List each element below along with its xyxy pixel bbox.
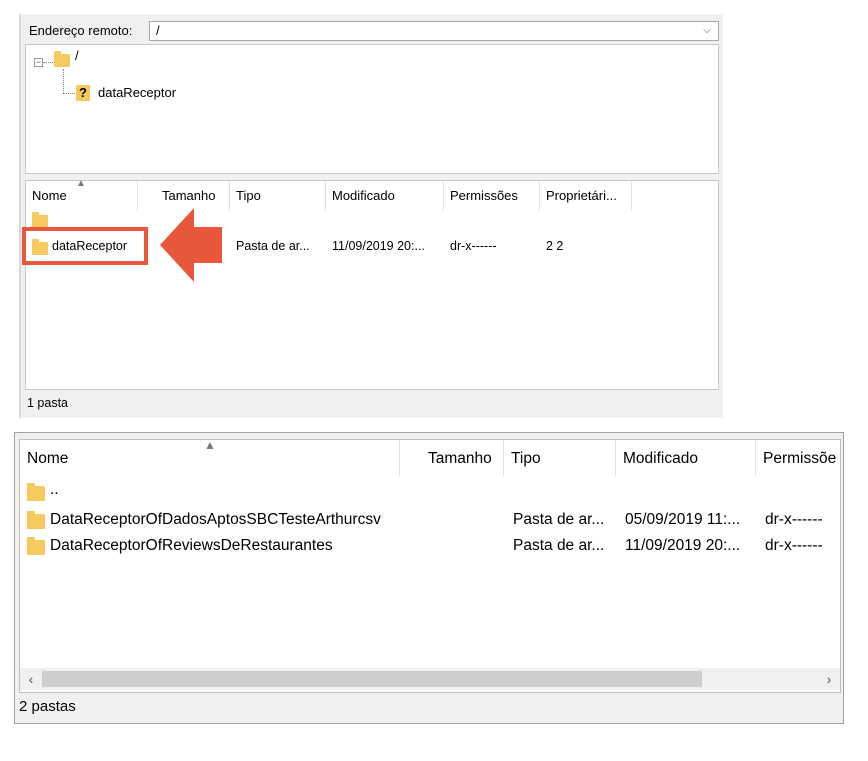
remote-address-label: Endereço remoto:: [29, 23, 133, 38]
remote-panel-top: Endereço remoto: / ⌵ − / ? dataReceptor …: [19, 14, 723, 418]
column-header-tipo[interactable]: Tipo: [504, 440, 616, 476]
table-row-parent[interactable]: ..: [20, 480, 840, 504]
chevron-left-icon[interactable]: ‹: [24, 669, 38, 689]
chevron-right-icon[interactable]: ›: [822, 669, 836, 689]
tree-connector: [43, 62, 53, 63]
column-header-permissoes[interactable]: Permissões: [444, 181, 540, 211]
tree-item-root[interactable]: /: [75, 48, 79, 63]
remote-file-list: ▲ Nome Tamanho Tipo Modificado Permissõe…: [25, 178, 719, 390]
remote-address-value: /: [156, 23, 160, 38]
row-modified: 05/09/2019 11:...: [625, 511, 741, 528]
tree-collapse-icon[interactable]: −: [34, 58, 43, 67]
unknown-folder-icon: ?: [76, 85, 90, 101]
row-modified: 11/09/2019 20:...: [332, 239, 425, 253]
highlight-box: [22, 227, 148, 265]
row-modified: 11/09/2019 20:...: [625, 537, 741, 554]
tree-connector: [63, 69, 64, 93]
row-name: DataReceptorOfDadosAptosSBCTesteArthurcs…: [50, 511, 381, 528]
remote-address-bar: Endereço remoto: / ⌵: [25, 19, 719, 43]
row-owner: 2 2: [546, 239, 564, 253]
column-header-tipo[interactable]: Tipo: [230, 181, 326, 211]
column-header-tamanho[interactable]: Tamanho: [400, 440, 504, 476]
sort-ascending-icon: ▲: [204, 439, 216, 452]
remote-address-input[interactable]: / ⌵: [149, 21, 719, 41]
arrow-left-icon: [160, 208, 222, 282]
folder-icon: [27, 537, 45, 555]
table-row[interactable]: DataReceptorOfReviewsDeRestaurantes Past…: [20, 534, 840, 560]
column-header-nome[interactable]: ▲ Nome: [26, 178, 138, 211]
column-header-modificado[interactable]: Modificado: [326, 181, 444, 211]
sort-ascending-icon: ▲: [76, 178, 86, 189]
column-header-permissoes[interactable]: Permissõe: [756, 440, 840, 476]
column-header-proprietario[interactable]: Proprietári...: [540, 181, 632, 211]
remote-file-list-expanded: ▲ Nome Tamanho Tipo Modificado Permissõe…: [19, 439, 841, 693]
row-permissions: dr-x------: [450, 239, 497, 253]
row-name: ..: [50, 481, 59, 498]
status-bar: 2 pastas: [19, 698, 76, 715]
column-header-tamanho[interactable]: Tamanho: [138, 181, 230, 211]
table-row[interactable]: DataReceptorOfDadosAptosSBCTesteArthurcs…: [20, 508, 840, 534]
status-bar: 1 pasta: [27, 396, 69, 410]
column-header-nome[interactable]: ▲ Nome: [20, 440, 400, 476]
row-type: Pasta de ar...: [236, 239, 310, 253]
row-permissions: dr-x------: [765, 537, 823, 554]
horizontal-scrollbar[interactable]: ‹ ›: [20, 668, 840, 690]
folder-icon: [27, 511, 45, 529]
tree-item-datareceptor[interactable]: dataReceptor: [98, 85, 176, 100]
row-type: Pasta de ar...: [513, 537, 605, 554]
remote-directory-tree: − / ? dataReceptor: [25, 44, 719, 174]
row-type: Pasta de ar...: [513, 511, 605, 528]
scrollbar-thumb[interactable]: [42, 671, 702, 687]
folder-icon: [54, 51, 70, 67]
column-header-modificado[interactable]: Modificado: [616, 440, 756, 476]
folder-icon: [27, 483, 45, 501]
remote-panel-bottom: ▲ Nome Tamanho Tipo Modificado Permissõe…: [14, 432, 844, 724]
tree-connector: [63, 93, 75, 94]
row-name: DataReceptorOfReviewsDeRestaurantes: [50, 537, 333, 554]
row-permissions: dr-x------: [765, 511, 823, 528]
chevron-down-icon[interactable]: ⌵: [700, 23, 714, 39]
